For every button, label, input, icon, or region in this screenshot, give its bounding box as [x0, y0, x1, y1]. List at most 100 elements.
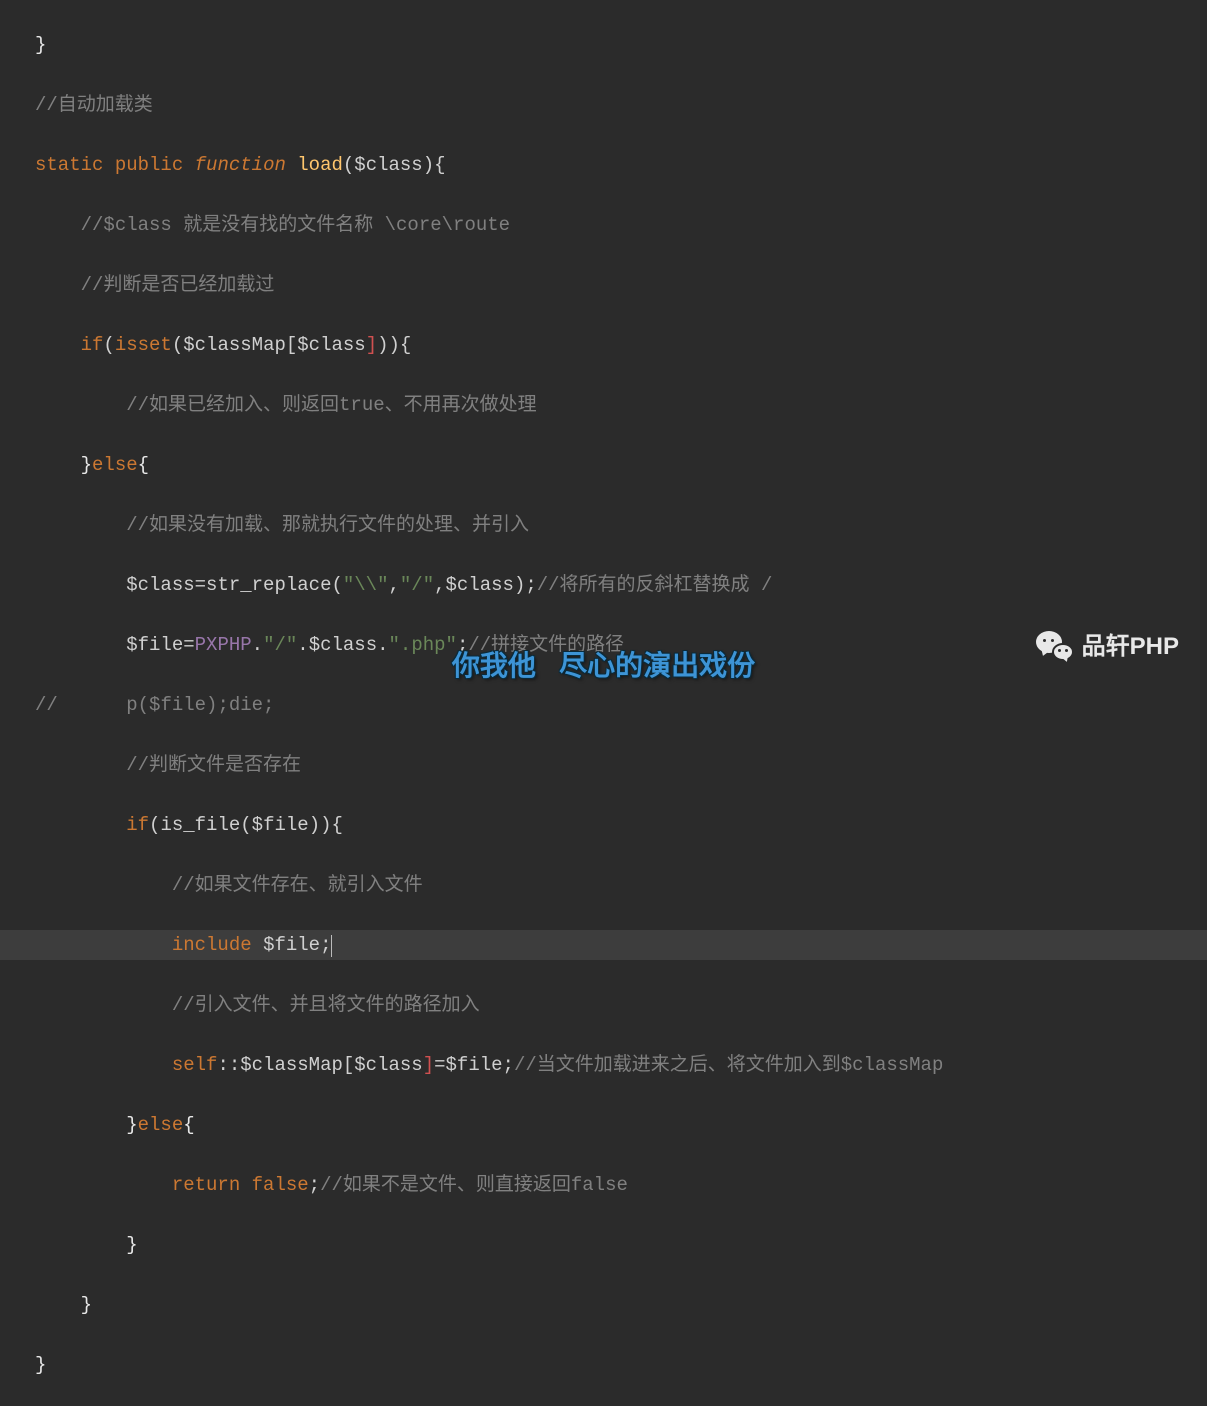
brace: } [35, 34, 46, 56]
code-line[interactable]: }else{ [35, 450, 1207, 480]
comment: //判断是否已经加载过 [81, 274, 275, 296]
code-line[interactable]: $class=str_replace("\\","/",$class);//将所… [35, 570, 1207, 600]
brace: } [81, 454, 92, 476]
code-line[interactable]: if(isset($classMap[$class])){ [35, 330, 1207, 360]
comment: //$class 就是没有找的文件名称 \core\route [81, 214, 510, 236]
code-line[interactable]: //$class 就是没有找的文件名称 \core\route [35, 210, 1207, 240]
code-line[interactable]: //如果已经加入、则返回true、不用再次做处理 [35, 390, 1207, 420]
code-line[interactable]: // p($file);die; [35, 690, 1207, 720]
keyword-if: if [81, 334, 104, 356]
operator: . [377, 634, 388, 656]
function-name: load [297, 154, 343, 176]
bracket: ] [423, 1054, 434, 1076]
keyword-self: self [172, 1054, 218, 1076]
variable: $class [126, 574, 194, 596]
variable: $class [309, 634, 377, 656]
paren: ( [149, 814, 160, 836]
constant: PXPHP [195, 634, 252, 656]
paren: ( [172, 334, 183, 356]
brace: { [183, 1114, 194, 1136]
operator: = [195, 574, 206, 596]
keyword-if: if [126, 814, 149, 836]
keyword-else: else [138, 1114, 184, 1136]
text-cursor [331, 935, 332, 957]
code-line[interactable]: //如果没有加载、那就执行文件的处理、并引入 [35, 510, 1207, 540]
watermark: 品轩PHP [1036, 631, 1179, 663]
operator: . [252, 634, 263, 656]
variable: $class [297, 334, 365, 356]
comment: //如果已经加入、则返回true、不用再次做处理 [126, 394, 536, 416]
operator: = [434, 1054, 445, 1076]
code-line[interactable]: if(is_file($file)){ [35, 810, 1207, 840]
string: ".php" [389, 634, 457, 656]
scope-op: :: [217, 1054, 240, 1076]
code-line[interactable]: } [35, 1350, 1207, 1380]
variable: $class [354, 1054, 422, 1076]
keyword-static: static [35, 154, 103, 176]
code-line[interactable]: //判断文件是否存在 [35, 750, 1207, 780]
paren: ( [240, 814, 251, 836]
paren-brace: ){ [423, 154, 446, 176]
paren: ( [343, 154, 354, 176]
code-line[interactable]: //判断是否已经加载过 [35, 270, 1207, 300]
bracket: ] [366, 334, 377, 356]
brace: } [35, 1354, 46, 1376]
comment: //当文件加载进来之后、将文件加入到$classMap [514, 1054, 943, 1076]
code-line[interactable]: } [35, 1290, 1207, 1320]
comma: , [434, 574, 445, 596]
variable: $classMap [183, 334, 286, 356]
code-line[interactable]: } [35, 30, 1207, 60]
watermark-text: 品轩PHP [1082, 632, 1179, 662]
comment: //如果不是文件、则直接返回false [320, 1174, 628, 1196]
brace: } [126, 1114, 137, 1136]
function-call: str_replace [206, 574, 331, 596]
semicolon: ; [320, 934, 331, 956]
variable: $classMap [240, 1054, 343, 1076]
operator: = [183, 634, 194, 656]
code-line[interactable]: } [35, 1230, 1207, 1260]
keyword-false: false [252, 1174, 309, 1196]
code-line[interactable]: //如果文件存在、就引入文件 [35, 870, 1207, 900]
code-line[interactable]: return false;//如果不是文件、则直接返回false [35, 1170, 1207, 1200]
operator: . [297, 634, 308, 656]
semicolon: ; [503, 1054, 514, 1076]
keyword-include: include [172, 934, 252, 956]
brace: } [126, 1234, 137, 1256]
video-subtitle: 你我他 尽心的演出戏份 [452, 651, 755, 681]
paren: ( [103, 334, 114, 356]
code-line[interactable]: //引入文件、并且将文件的路径加入 [35, 990, 1207, 1020]
bracket: [ [286, 334, 297, 356]
comma: , [388, 574, 399, 596]
paren-brace: )){ [377, 334, 411, 356]
string: "\\" [343, 574, 389, 596]
code-line[interactable]: //自动加载类 [35, 90, 1207, 120]
comment: //自动加载类 [35, 94, 153, 116]
paren: ( [331, 574, 342, 596]
keyword-isset: isset [115, 334, 172, 356]
code-line[interactable]: }else{ [35, 1110, 1207, 1140]
code-line[interactable]: self::$classMap[$class]=$file;//当文件加载进来之… [35, 1050, 1207, 1080]
keyword-else: else [92, 454, 138, 476]
brace: { [138, 454, 149, 476]
variable: $class [354, 154, 422, 176]
variable: $file [252, 814, 309, 836]
comment: p($file);die; [126, 694, 274, 716]
comment: //如果文件存在、就引入文件 [172, 874, 423, 896]
code-editor[interactable]: } //自动加载类 static public function load($c… [0, 0, 1207, 1406]
paren-brace: )){ [309, 814, 343, 836]
paren-semi: ); [514, 574, 537, 596]
bracket: [ [343, 1054, 354, 1076]
variable: $file [263, 934, 320, 956]
code-line-current[interactable]: include $file; [35, 930, 1207, 960]
string: "/" [263, 634, 297, 656]
comment: //将所有的反斜杠替换成 / [537, 574, 773, 596]
keyword-return: return [172, 1174, 240, 1196]
comment: // [35, 694, 58, 716]
code-line[interactable]: static public function load($class){ [35, 150, 1207, 180]
comment: //判断文件是否存在 [126, 754, 301, 776]
keyword-public: public [115, 154, 183, 176]
wechat-icon [1036, 631, 1074, 663]
keyword-function: function [195, 154, 286, 176]
function-call: is_file [160, 814, 240, 836]
variable: $class [446, 574, 514, 596]
